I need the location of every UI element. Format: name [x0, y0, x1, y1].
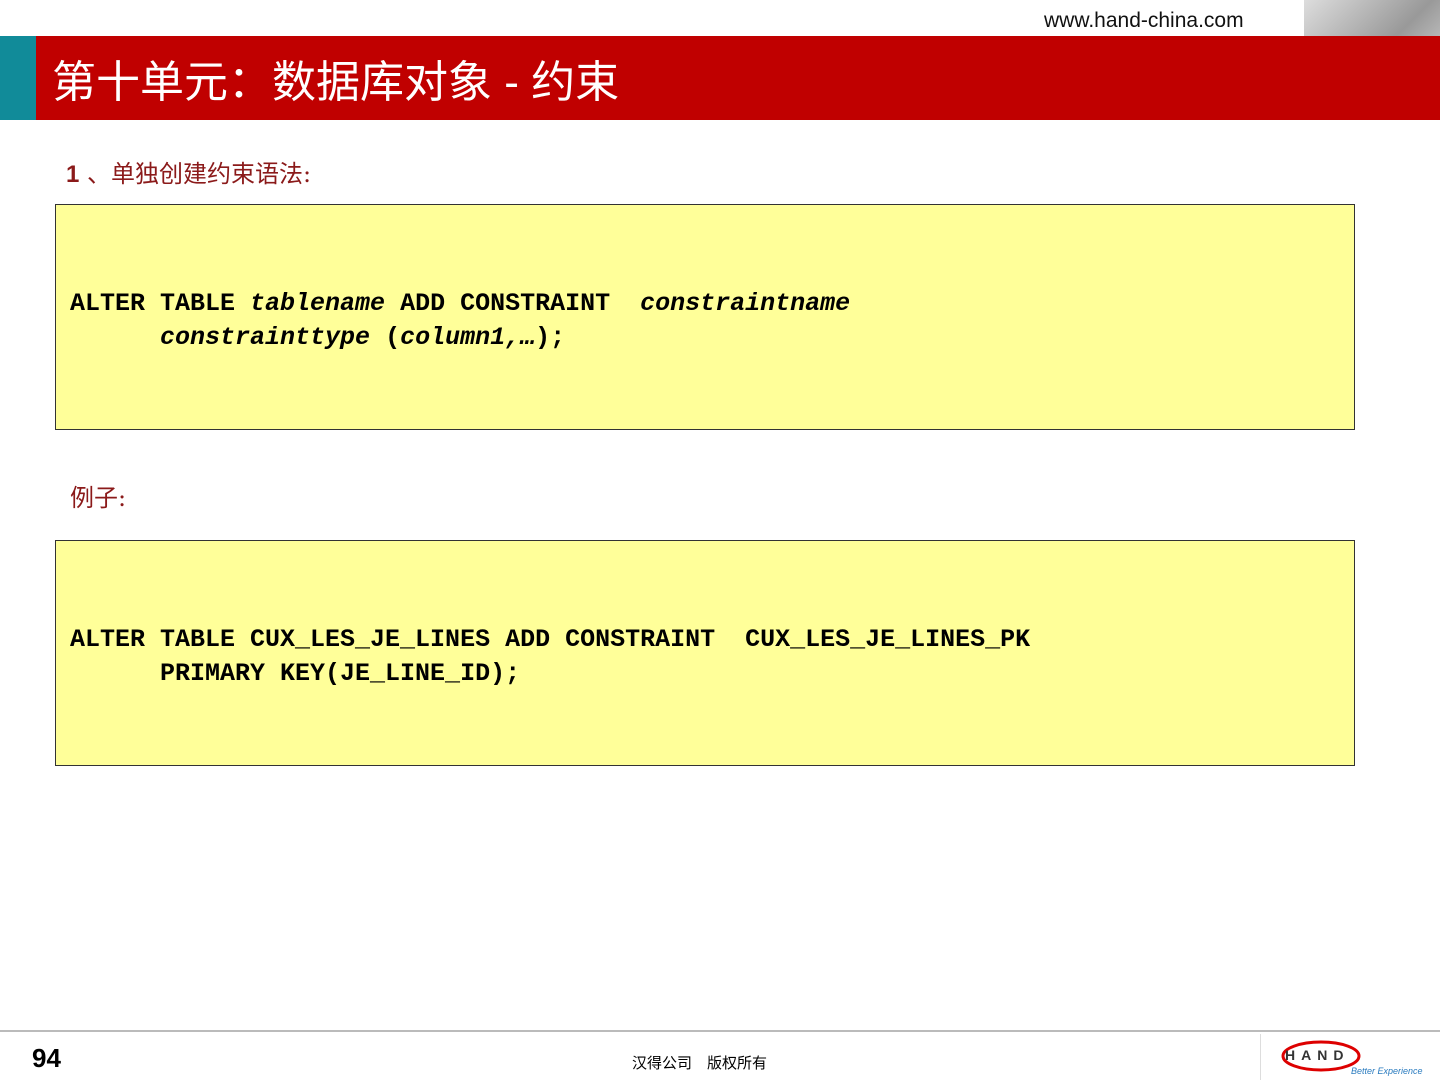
- syntax-box: ALTER TABLE tablename ADD CONSTRAINT con…: [55, 204, 1355, 430]
- slide-title: 第十单元：数据库对象 - 约束: [52, 58, 620, 107]
- svg-text:HAND: HAND: [1285, 1047, 1349, 1063]
- copyright: 汉得公司 版权所有: [632, 1055, 768, 1072]
- accent-bar: [0, 36, 36, 120]
- hand-logo: HAND Better Experience: [1260, 1034, 1440, 1080]
- example-code: ALTER TABLE CUX_LES_JE_LINES ADD CONSTRA…: [70, 625, 1031, 688]
- page-number: 94: [32, 1043, 61, 1073]
- section-heading-text: 、单独创建约束语法:: [87, 160, 312, 188]
- example-box: ALTER TABLE CUX_LES_JE_LINES ADD CONSTRA…: [55, 540, 1355, 766]
- syntax-code: ALTER TABLE tablename ADD CONSTRAINT con…: [70, 289, 851, 352]
- example-label: 例子:: [70, 484, 127, 512]
- footer-divider: [0, 1030, 1440, 1032]
- section-heading: 1 、单独创建约束语法:: [66, 154, 311, 189]
- svg-text:Better Experience: Better Experience: [1351, 1066, 1423, 1076]
- section-number: 1: [66, 161, 80, 188]
- website-url: www.hand-china.com: [1044, 9, 1244, 32]
